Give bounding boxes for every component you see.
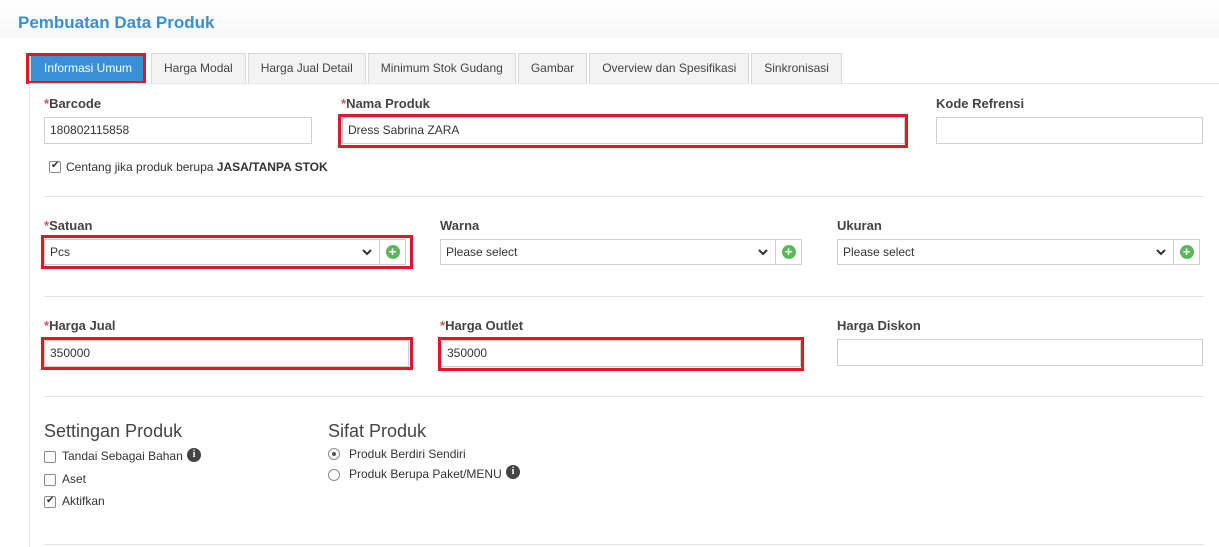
add-warna-button[interactable]: + bbox=[776, 239, 802, 265]
satuan-label: *Satuan bbox=[44, 218, 93, 233]
tab-bar: Informasi Umum Harga Modal Harga Jual De… bbox=[28, 53, 844, 83]
plus-circle-icon: + bbox=[781, 245, 796, 259]
form-panel bbox=[29, 83, 1219, 547]
highlight-harga-outlet bbox=[438, 337, 804, 371]
info-icon[interactable]: i bbox=[506, 465, 520, 479]
berdiri-sendiri-label: Produk Berdiri Sendiri bbox=[349, 447, 466, 461]
tandai-bahan-checkbox[interactable] bbox=[44, 451, 56, 463]
aset-label: Aset bbox=[62, 472, 87, 486]
add-ukuran-button[interactable]: + bbox=[1174, 239, 1200, 265]
aktifkan-label: Aktifkan bbox=[62, 494, 105, 508]
highlight-harga-jual bbox=[41, 337, 413, 370]
harga-outlet-label: *Harga Outlet bbox=[440, 318, 524, 333]
tab-gambar[interactable]: Gambar bbox=[517, 53, 588, 83]
warna-select[interactable]: Please select bbox=[440, 239, 776, 265]
chevron-down-icon bbox=[758, 249, 768, 256]
barcode-label: *Barcode bbox=[44, 96, 102, 111]
warna-selected-value: Please select bbox=[446, 245, 518, 259]
nama-produk-label: *Nama Produk bbox=[341, 96, 430, 111]
ukuran-selected-value: Please select bbox=[843, 245, 915, 259]
highlight-satuan bbox=[41, 235, 413, 269]
ukuran-label: Ukuran bbox=[837, 218, 882, 233]
harga-diskon-input[interactable] bbox=[837, 339, 1203, 366]
jasa-checkbox[interactable] bbox=[49, 160, 61, 173]
sifat-title: Sifat Produk bbox=[328, 421, 427, 441]
tandai-bahan-label: Tandai Sebagai Bahan bbox=[62, 449, 183, 463]
info-icon[interactable]: i bbox=[187, 448, 201, 462]
tab-harga-modal[interactable]: Harga Modal bbox=[151, 53, 246, 83]
highlight-nama-produk bbox=[338, 114, 908, 148]
paket-menu-label: Produk Berupa Paket/MENU bbox=[349, 467, 502, 481]
page-title: Pembuatan Data Produk bbox=[18, 13, 215, 32]
divider bbox=[44, 396, 1204, 397]
kode-refrensi-input[interactable] bbox=[936, 117, 1203, 144]
aset-checkbox[interactable] bbox=[44, 474, 56, 486]
berdiri-sendiri-radio[interactable] bbox=[328, 448, 340, 460]
divider bbox=[44, 544, 1204, 545]
plus-circle-icon: + bbox=[1179, 245, 1194, 259]
tab-minimum-stok-gudang[interactable]: Minimum Stok Gudang bbox=[367, 53, 516, 83]
aktifkan-checkbox[interactable] bbox=[44, 495, 56, 508]
paket-menu-radio[interactable] bbox=[328, 469, 340, 481]
tab-sinkronisasi[interactable]: Sinkronisasi bbox=[751, 53, 842, 83]
warna-label: Warna bbox=[440, 218, 480, 233]
chevron-down-icon bbox=[1156, 249, 1166, 256]
kode-refrensi-label: Kode Refrensi bbox=[936, 96, 1025, 111]
divider bbox=[44, 196, 1204, 197]
harga-jual-label: *Harga Jual bbox=[44, 318, 116, 333]
highlight-tab bbox=[26, 53, 146, 84]
harga-diskon-label: Harga Diskon bbox=[837, 318, 921, 333]
barcode-input[interactable]: 180802115858 bbox=[44, 117, 312, 144]
divider bbox=[44, 296, 1204, 297]
settingan-title: Settingan Produk bbox=[44, 421, 183, 441]
tab-overview-spesifikasi[interactable]: Overview dan Spesifikasi bbox=[589, 53, 750, 83]
ukuran-select[interactable]: Please select bbox=[837, 239, 1174, 265]
jasa-checkbox-label: Centang jika produk berupa JASA/TANPA ST… bbox=[66, 160, 328, 174]
tab-harga-jual-detail[interactable]: Harga Jual Detail bbox=[247, 53, 366, 83]
